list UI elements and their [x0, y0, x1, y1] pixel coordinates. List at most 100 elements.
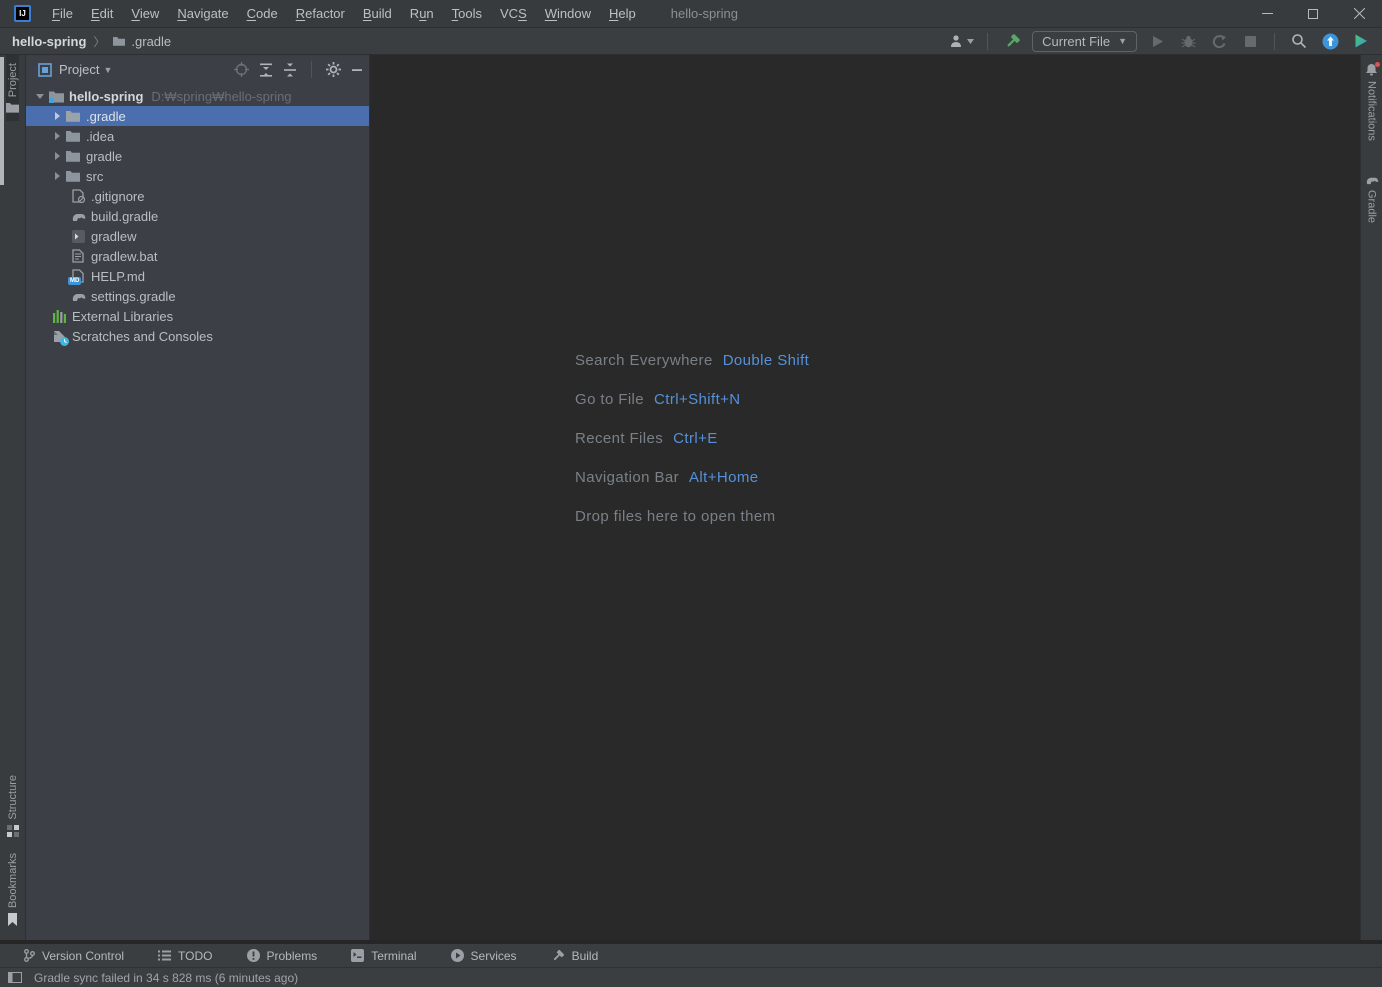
toolwindow-version-control[interactable]: Version Control	[24, 949, 124, 963]
tree-row-src[interactable]: src	[26, 166, 369, 186]
project-panel-header: Project ▼	[26, 55, 369, 84]
chevron-right-icon[interactable]	[49, 172, 65, 180]
stop-button[interactable]	[1239, 30, 1261, 52]
tree-root-path: D:₩spring₩hello-spring	[151, 88, 292, 104]
menu-refactor[interactable]: Refactor	[287, 2, 354, 25]
scratches-icon	[51, 328, 69, 346]
tree-label: gradlew	[91, 228, 137, 244]
locate-file-icon[interactable]	[234, 62, 249, 77]
tree-row-root[interactable]: hello-spring D:₩spring₩hello-spring	[26, 86, 369, 106]
stripe-tab-project[interactable]: Project	[6, 55, 19, 122]
tree-row-gradlew[interactable]: gradlew	[26, 226, 369, 246]
tree-row-help-md[interactable]: MD HELP.md	[26, 266, 369, 286]
menu-file[interactable]: File	[43, 2, 82, 25]
toolwindow-layout-icon[interactable]	[8, 972, 22, 983]
menu-bar: File Edit View Navigate Code Refactor Bu…	[43, 2, 645, 25]
tree-label: .gradle	[86, 108, 126, 124]
toolwindow-todo[interactable]: TODO	[158, 949, 213, 963]
search-everywhere-button[interactable]	[1288, 30, 1310, 52]
menu-help[interactable]: Help	[600, 2, 645, 25]
gear-icon[interactable]	[326, 62, 341, 77]
folder-icon	[65, 148, 81, 164]
stripe-tab-notifications-label: Notifications	[1365, 81, 1378, 141]
minimize-icon	[1261, 13, 1273, 14]
hide-panel-icon[interactable]	[351, 64, 363, 76]
build-hammer-icon	[553, 949, 564, 960]
minimize-button[interactable]	[1244, 0, 1290, 27]
stripe-tab-bookmarks[interactable]: Bookmarks	[7, 845, 19, 934]
chevron-down-icon[interactable]: ▼	[103, 65, 112, 75]
run-configuration-select[interactable]: Current File ▼	[1032, 30, 1137, 52]
tree-row-idea[interactable]: .idea	[26, 126, 369, 146]
stripe-tab-structure[interactable]: Structure	[6, 767, 19, 845]
screen-edge-artifact	[0, 57, 4, 185]
debug-button[interactable]	[1177, 30, 1199, 52]
chevron-right-icon[interactable]	[49, 112, 65, 120]
menu-run[interactable]: Run	[401, 2, 443, 25]
toolwindow-label: Services	[470, 948, 517, 963]
run-button[interactable]	[1146, 30, 1168, 52]
chevron-down-icon: ▼	[1118, 36, 1127, 46]
intellij-logo-icon: IJ	[14, 5, 31, 22]
tree-row-gradle-folder[interactable]: gradle	[26, 146, 369, 166]
breadcrumb-folder[interactable]: .gradle	[112, 34, 171, 49]
toolwindow-problems[interactable]: Problems	[246, 948, 318, 963]
toolwindow-services[interactable]: Services	[450, 948, 517, 963]
chevron-down-icon[interactable]	[32, 93, 48, 99]
ide-update-button[interactable]	[1319, 30, 1341, 52]
title-bar: IJ File Edit View Navigate Code Refactor…	[0, 0, 1382, 28]
toolwindow-build[interactable]: Build	[551, 949, 598, 963]
stripe-tab-project-label: Project	[6, 63, 19, 98]
run-configuration-value: Current File	[1042, 33, 1111, 49]
menu-code[interactable]: Code	[238, 2, 287, 25]
toolbox-button[interactable]	[1350, 30, 1372, 52]
expand-all-icon[interactable]	[259, 63, 273, 77]
project-folder-icon	[6, 103, 19, 113]
profiler-button[interactable]	[1208, 30, 1230, 52]
project-view-icon	[38, 62, 52, 77]
build-project-button[interactable]	[1001, 30, 1023, 52]
folder-icon	[65, 168, 81, 184]
hint-go-to-file: Go to File Ctrl+Shift+N	[575, 391, 809, 408]
tree-row-gradle-dot[interactable]: .gradle	[26, 106, 369, 126]
hint-recent-files: Recent Files Ctrl+E	[575, 430, 809, 447]
menu-tools[interactable]: Tools	[443, 2, 491, 25]
external-libraries-icon	[51, 308, 67, 324]
menu-edit[interactable]: Edit	[82, 2, 122, 25]
hint-shortcut: Double Shift	[722, 352, 810, 369]
toolwindow-terminal[interactable]: Terminal	[351, 949, 417, 963]
menu-vcs[interactable]: VCS	[491, 2, 536, 25]
status-message[interactable]: Gradle sync failed in 34 s 828 ms (6 min…	[34, 971, 298, 985]
tree-label: Scratches and Consoles	[72, 328, 213, 344]
menu-view[interactable]: View	[122, 2, 168, 25]
tree-row-external-libraries[interactable]: External Libraries	[26, 306, 369, 326]
close-button[interactable]	[1336, 0, 1382, 27]
menu-build[interactable]: Build	[354, 2, 401, 25]
hint-drop-files: Drop files here to open them	[575, 508, 809, 525]
gradle-elephant-icon	[70, 288, 86, 304]
chevron-down-icon	[967, 38, 975, 44]
project-panel-title[interactable]: Project	[59, 62, 99, 77]
folder-icon	[65, 128, 81, 144]
stripe-tab-notifications[interactable]: Notifications	[1365, 55, 1380, 149]
maximize-button[interactable]	[1290, 0, 1336, 27]
tree-row-gradlew-bat[interactable]: gradlew.bat	[26, 246, 369, 266]
left-toolwindow-stripe: Project Structure Bookmarks	[0, 55, 26, 940]
tree-row-scratches[interactable]: Scratches and Consoles	[26, 326, 369, 346]
stripe-tab-gradle[interactable]: Gradle	[1364, 167, 1379, 231]
breadcrumb-project[interactable]: hello-spring	[12, 34, 86, 49]
chevron-right-icon[interactable]	[49, 132, 65, 140]
editor-area[interactable]: Search Everywhere Double Shift Go to Fil…	[370, 55, 1360, 940]
vcs-user-button[interactable]	[949, 30, 975, 52]
tree-row-gitignore[interactable]: .gitignore	[26, 186, 369, 206]
tree-row-settings-gradle[interactable]: settings.gradle	[26, 286, 369, 306]
tree-row-build-gradle[interactable]: build.gradle	[26, 206, 369, 226]
menu-window[interactable]: Window	[536, 2, 600, 25]
menu-navigate[interactable]: Navigate	[168, 2, 237, 25]
clock-badge-icon	[60, 337, 69, 346]
toolwindow-label: Problems	[266, 948, 318, 963]
chevron-right-icon[interactable]	[49, 152, 65, 160]
intellij-window: IJ File Edit View Navigate Code Refactor…	[0, 0, 1382, 987]
tree-label: HELP.md	[91, 268, 145, 284]
collapse-all-icon[interactable]	[283, 63, 297, 77]
